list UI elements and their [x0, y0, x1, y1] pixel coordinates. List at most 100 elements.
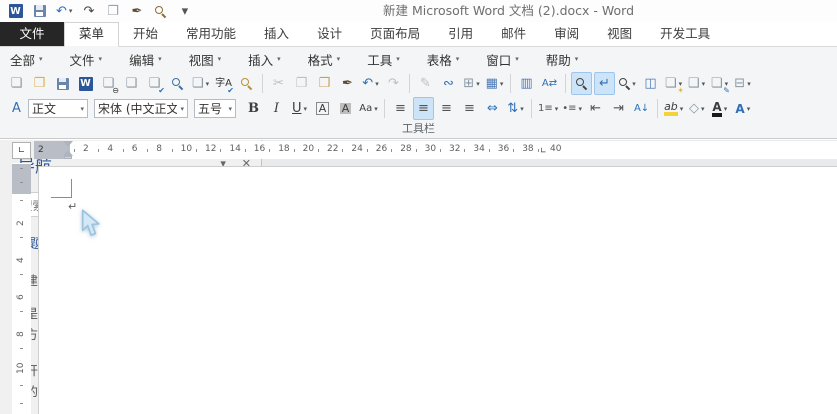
tab-mailings[interactable]: 邮件 — [487, 22, 540, 46]
character-shading-icon: A — [340, 103, 352, 114]
customize-qat-button[interactable]: ▾ — [177, 3, 192, 20]
style-combo[interactable]: 正文▾ — [28, 99, 88, 118]
left-indent-marker[interactable] — [64, 156, 72, 159]
shading-button[interactable]: ◇▾ — [686, 97, 707, 120]
print-layout-view-button[interactable] — [571, 72, 592, 95]
customize-qat-icon: ▾ — [182, 4, 189, 19]
copy-button[interactable]: ❐ — [291, 72, 312, 95]
tab-insert[interactable]: 插入 — [250, 22, 303, 46]
format-painter-button[interactable]: ✒ — [129, 3, 144, 20]
cut-button[interactable]: ✂ — [268, 72, 289, 95]
undo-button[interactable]: ↶▾ — [360, 72, 381, 95]
italic-button[interactable]: I — [266, 97, 287, 120]
tab-review[interactable]: 审阅 — [540, 22, 593, 46]
insert-table-button[interactable]: ▦▾ — [484, 72, 505, 95]
tab-stop-selector-button[interactable]: ∟ — [12, 142, 31, 159]
line-spacing-button[interactable]: ⇅▾ — [505, 97, 526, 120]
align-center-button[interactable]: ≡ — [413, 97, 434, 120]
align-right-button[interactable]: ≡ — [436, 97, 457, 120]
tab-menu[interactable]: 菜单 — [64, 22, 119, 47]
zoom-button[interactable]: ▾ — [617, 72, 638, 95]
undo-button[interactable]: ↶▾ — [56, 3, 72, 20]
print-button[interactable]: ❏▾ — [190, 72, 211, 95]
edit-document-button[interactable]: ❏✎▾ — [709, 72, 730, 95]
menu-item-table[interactable]: 表格▾ — [427, 50, 460, 69]
numbering-button[interactable]: 1≡▾ — [537, 97, 559, 120]
tab-file[interactable]: 文件 — [0, 22, 64, 46]
find-button[interactable] — [236, 72, 257, 95]
spelling-check-button[interactable]: 字A✔ — [213, 72, 234, 95]
word-document-button[interactable]: W — [75, 72, 96, 95]
ruler-number: 36 — [498, 144, 509, 154]
sort-button[interactable]: A↓ — [631, 97, 652, 120]
character-shading-button[interactable]: A — [335, 97, 356, 120]
open-button[interactable]: ❒ — [29, 72, 50, 95]
first-line-indent-marker[interactable] — [63, 141, 73, 147]
tab-design[interactable]: 设计 — [303, 22, 356, 46]
bullets-button[interactable]: •≡▾ — [561, 97, 583, 120]
underline-button[interactable]: U▾ — [289, 97, 310, 120]
print-preview-button[interactable] — [167, 72, 188, 95]
font-color-button[interactable]: A▾ — [709, 97, 730, 120]
font-combo[interactable]: 宋体 (中文正文▾ — [94, 99, 188, 118]
new-blank-page-button[interactable]: ❏✶▾ — [663, 72, 684, 95]
redo-button[interactable]: ↷ — [81, 3, 96, 20]
duplicate-document-button[interactable]: ❑ — [121, 72, 142, 95]
dropdown-arrow-icon: ▾ — [158, 55, 162, 63]
format-painter-button[interactable]: ✒ — [337, 72, 358, 95]
ruler-number: 8 — [16, 325, 26, 337]
borders-button[interactable]: ⊞▾ — [461, 72, 482, 95]
paste-button[interactable]: ❒ — [314, 72, 335, 95]
columns-button[interactable]: ▥ — [516, 72, 537, 95]
menu-item-file[interactable]: 文件▾ — [70, 50, 103, 69]
borders-icon: ⊞ — [463, 77, 474, 90]
draw-table-button[interactable]: ✎ — [415, 72, 436, 95]
save-button[interactable] — [52, 72, 73, 95]
decrease-indent-button[interactable]: ⇤ — [585, 97, 606, 120]
menu-item-edit[interactable]: 编辑▾ — [129, 50, 162, 69]
align-left-button[interactable]: ≡ — [390, 97, 411, 120]
menu-item-insert[interactable]: 插入▾ — [248, 50, 281, 69]
multiple-pages-button[interactable]: ❑▾ — [686, 72, 707, 95]
document-page[interactable]: ↵ — [38, 166, 837, 414]
save-button[interactable] — [32, 3, 47, 20]
increase-indent-button[interactable]: ⇥ — [608, 97, 629, 120]
menu-item-view[interactable]: 视图▾ — [189, 50, 222, 69]
tab-home[interactable]: 开始 — [119, 22, 172, 46]
change-case-button[interactable]: Aa▾ — [358, 97, 379, 120]
new-document-button[interactable]: ❏ — [6, 72, 27, 95]
bold-button[interactable]: B — [243, 97, 264, 120]
horizontal-ruler[interactable]: 2 2468101214161820222426283032343638∟40 — [34, 141, 837, 159]
quick-print-button[interactable]: ❏✔ — [144, 72, 165, 95]
copy-button[interactable]: ❐ — [105, 3, 120, 20]
vertical-ruler[interactable]: 246810 — [12, 163, 31, 414]
menu-item-format[interactable]: 格式▾ — [308, 50, 341, 69]
tab-developer[interactable]: 开发工具 — [646, 22, 724, 46]
word-logo[interactable]: W — [8, 3, 23, 20]
redo-button[interactable]: ↷ — [383, 72, 404, 95]
menu-item-window[interactable]: 窗口▾ — [486, 50, 519, 69]
tab-page-layout[interactable]: 页面布局 — [356, 22, 434, 46]
character-effects-button[interactable]: A▾ — [732, 97, 753, 120]
font-size-combo[interactable]: 五号▾ — [194, 99, 236, 118]
dropdown-arrow-icon: ▾ — [575, 55, 579, 63]
text-direction-button[interactable]: A⇄ — [539, 72, 560, 95]
justify-button[interactable]: ≡ — [459, 97, 480, 120]
font-format-button[interactable]: A — [6, 97, 27, 120]
text-highlight-button[interactable]: ab▾ — [663, 97, 684, 120]
menu-item-help[interactable]: 帮助▾ — [546, 50, 579, 69]
tab-view[interactable]: 视图 — [593, 22, 646, 46]
insert-field-button[interactable]: ⊟▾ — [732, 72, 753, 95]
read-mode-button[interactable]: ◫ — [640, 72, 661, 95]
tab-references[interactable]: 引用 — [434, 22, 487, 46]
character-border-button[interactable]: A — [312, 97, 333, 120]
tab-common-tools[interactable]: 常用功能 — [172, 22, 250, 46]
menu-item-all[interactable]: 全部▾ — [10, 50, 43, 69]
distributed-button[interactable]: ⇔ — [482, 97, 503, 120]
formatting-marks-button[interactable]: ↵ — [594, 72, 615, 95]
menu-item-tools[interactable]: 工具▾ — [367, 50, 400, 69]
print-preview-button[interactable] — [153, 3, 168, 20]
close-print-preview-button[interactable]: ❏⊖ — [98, 72, 119, 95]
dropdown-arrow-icon: ▾ — [99, 55, 103, 63]
hyperlink-button[interactable]: ∾ — [438, 72, 459, 95]
